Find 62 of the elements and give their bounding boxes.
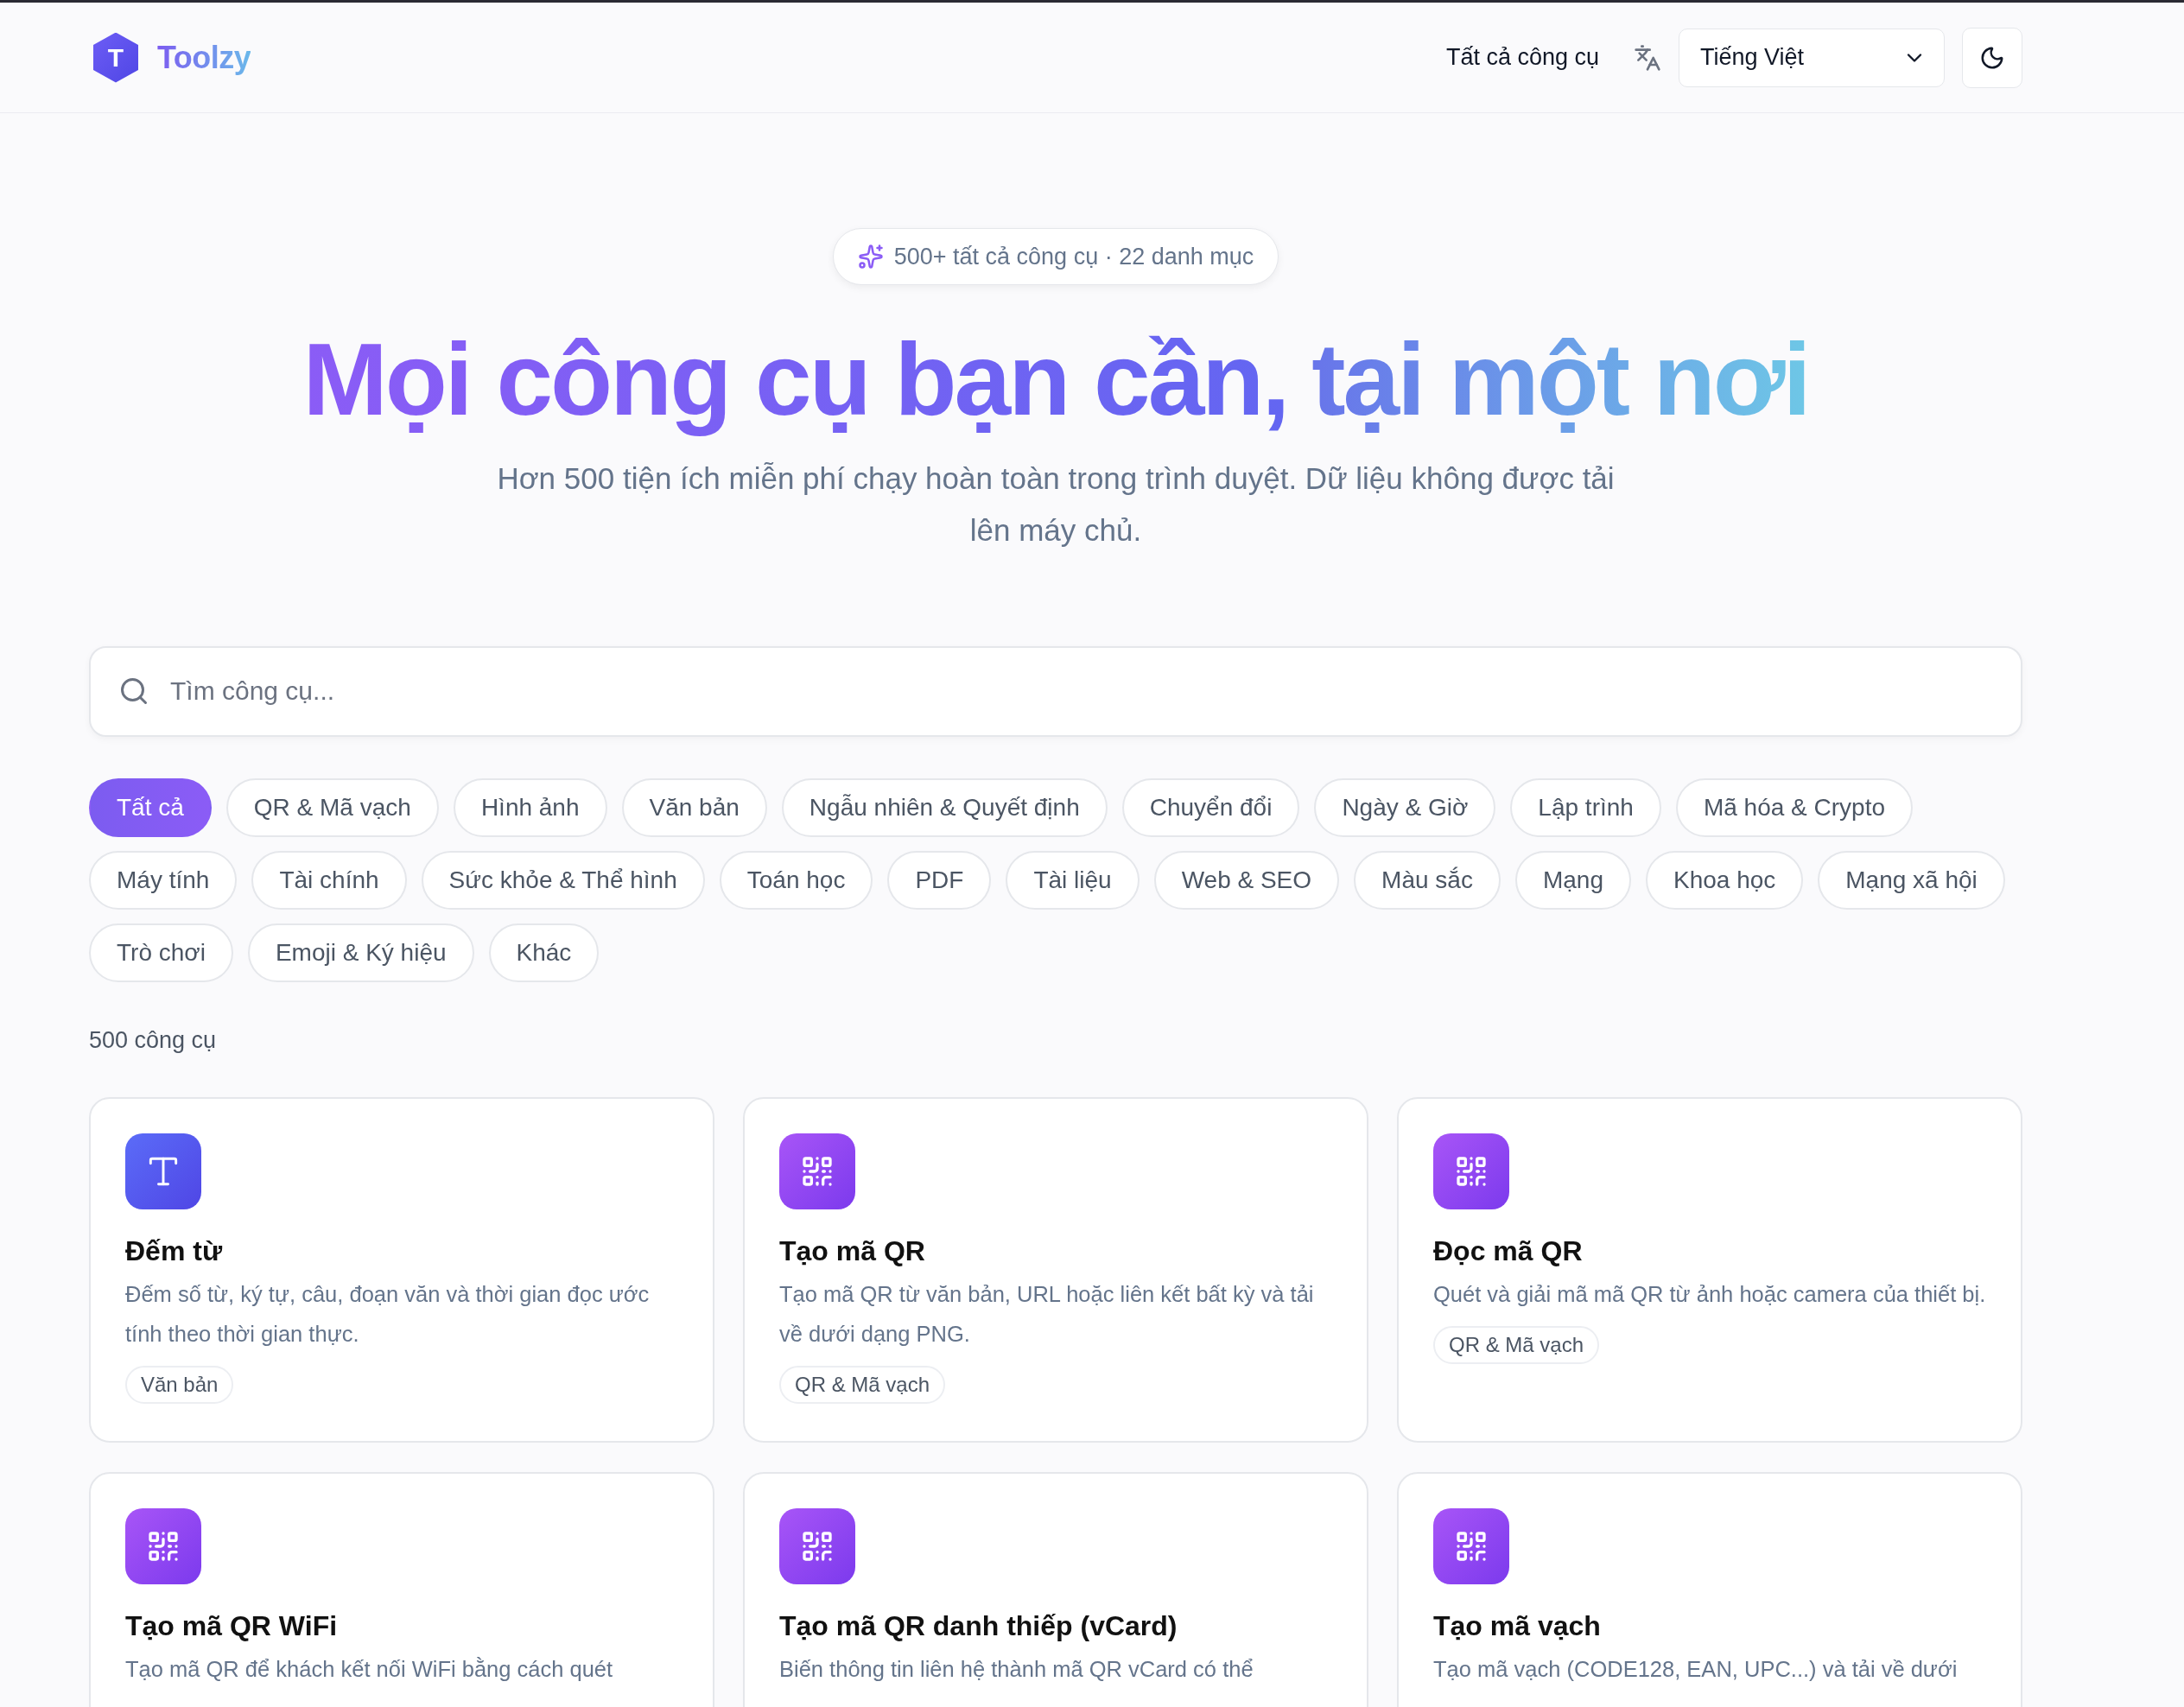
hero-subtitle: Hơn 500 tiện ích miễn phí chạy hoàn toàn trong trình duyệt. Dữ liệu không được tải lên máy chủ.	[496, 460, 1616, 549]
category-chip[interactable]: Khoa học	[1645, 850, 1804, 910]
category-chip[interactable]: Chuyển đổi	[1121, 777, 1300, 837]
category-chip[interactable]: Hình ảnh	[453, 777, 607, 837]
tool-card[interactable]: Tạo mã vạch Tạo mã vạch (CODE128, EAN, UPC...) và tải về dưới	[1397, 1471, 2022, 1707]
category-chip[interactable]: PDF	[887, 850, 992, 910]
category-chip[interactable]: Trò chơi	[89, 923, 233, 982]
category-chip[interactable]: Ngày & Giờ	[1314, 777, 1496, 837]
tool-title: Đếm từ	[125, 1234, 223, 1267]
qr-code-icon	[125, 1507, 201, 1584]
category-chip[interactable]: Emoji & Ký hiệu	[247, 923, 474, 982]
sparkles-icon	[857, 244, 884, 270]
category-chip[interactable]: Khác	[488, 923, 600, 982]
badge-text: 500+ tất cả công cụ · 22 danh mục	[893, 243, 1254, 270]
translate-icon	[1634, 43, 1661, 72]
search-icon	[118, 676, 149, 707]
tool-card[interactable]: Tạo mã QR WiFi Tạo mã QR để khách kết nối WiFi bằng cách quét	[89, 1471, 714, 1707]
tool-count: 500 công cụ	[89, 1026, 218, 1054]
qr-code-icon	[779, 1133, 855, 1209]
qr-code-icon	[1433, 1133, 1509, 1209]
category-chip[interactable]: Máy tính	[89, 850, 238, 910]
category-chip[interactable]: Toán học	[719, 850, 873, 910]
language-select[interactable]: Tiếng Việt	[1679, 28, 1945, 87]
tool-description: Đếm số từ, ký tự, câu, đoạn văn và thời gian đọc ước tính theo thời gian thực.	[125, 1280, 651, 1348]
category-chip[interactable]: Mạng xã hội	[1818, 850, 2005, 910]
search-input[interactable]: Tìm công cụ...	[168, 676, 1993, 707]
category-tag: QR & Mã vạch	[779, 1365, 946, 1404]
category-chip[interactable]: Lập trình	[1510, 777, 1661, 837]
category-chip[interactable]: Web & SEO	[1153, 850, 1340, 910]
category-tag: QR & Mã vạch	[1433, 1325, 1600, 1364]
category-chip[interactable]: Ngẫu nhiên & Quyết định	[781, 777, 1108, 837]
category-tag: Văn bản	[125, 1365, 234, 1404]
category-chip[interactable]: Mạng	[1514, 850, 1631, 910]
moon-button[interactable]	[1962, 27, 2022, 88]
category-chip[interactable]: Màu sắc	[1354, 850, 1501, 910]
tool-card[interactable]: Tạo mã QR Tạo mã QR từ văn bản, URL hoặc liên kết bất kỳ và tải về dưới dạng PNG. QR & Mã vạch	[743, 1096, 1368, 1443]
qr-code-icon	[779, 1507, 855, 1584]
text-icon	[125, 1133, 201, 1209]
category-chip[interactable]: Tài chính	[251, 850, 407, 910]
tool-title: Tạo mã QR danh thiếp (vCard)	[779, 1609, 1178, 1642]
tool-title: Đọc mã QR	[1433, 1234, 1583, 1267]
qr-code-icon	[1433, 1507, 1509, 1584]
tool-title: Tạo mã QR WiFi	[125, 1609, 338, 1642]
logo-icon[interactable]: T	[93, 32, 138, 83]
tool-card[interactable]: Tạo mã QR danh thiếp (vCard) Biến thông tin liên hệ thành mã QR vCard có thể	[743, 1471, 1368, 1707]
tool-title: Tạo mã vạch	[1433, 1609, 1601, 1642]
search-field[interactable]: Tìm công cụ...	[89, 645, 2022, 737]
category-chip[interactable]: QR & Mã vạch	[225, 777, 439, 837]
tool-description: Tạo mã QR từ văn bản, URL hoặc liên kết bất kỳ và tải về dưới dạng PNG.	[779, 1280, 1315, 1348]
category-chip[interactable]: Tài liệu	[1006, 850, 1140, 910]
tool-description: Quét và giải mã mã QR từ ảnh hoặc camera của thiết bị.	[1433, 1280, 1986, 1308]
category-chip[interactable]: Mã hóa & Crypto	[1675, 777, 1913, 837]
tool-description: Tạo mã vạch (CODE128, EAN, UPC...) và tải về dưới	[1433, 1655, 1958, 1683]
category-chip[interactable]: Sức khỏe & Thể hình	[421, 850, 705, 910]
category-chip[interactable]: Tất cả	[89, 777, 212, 837]
tool-card[interactable]: Đếm từ Đếm số từ, ký tự, câu, đoạn văn và thời gian đọc ước tính theo thời gian thực. Văn bản	[89, 1096, 714, 1443]
category-chip[interactable]: Văn bản	[621, 777, 767, 837]
tool-description: Tạo mã QR để khách kết nối WiFi bằng cách quét	[125, 1655, 613, 1683]
nav-link[interactable]: Tất cả công cụ	[1445, 44, 1599, 71]
tool-card[interactable]: Đọc mã QR Quét và giải mã mã QR từ ảnh hoặc camera của thiết bị. QR & Mã vạch	[1397, 1096, 2022, 1443]
tool-description: Biến thông tin liên hệ thành mã QR vCard có thể	[779, 1655, 1254, 1683]
tool-title: Tạo mã QR	[779, 1234, 925, 1267]
